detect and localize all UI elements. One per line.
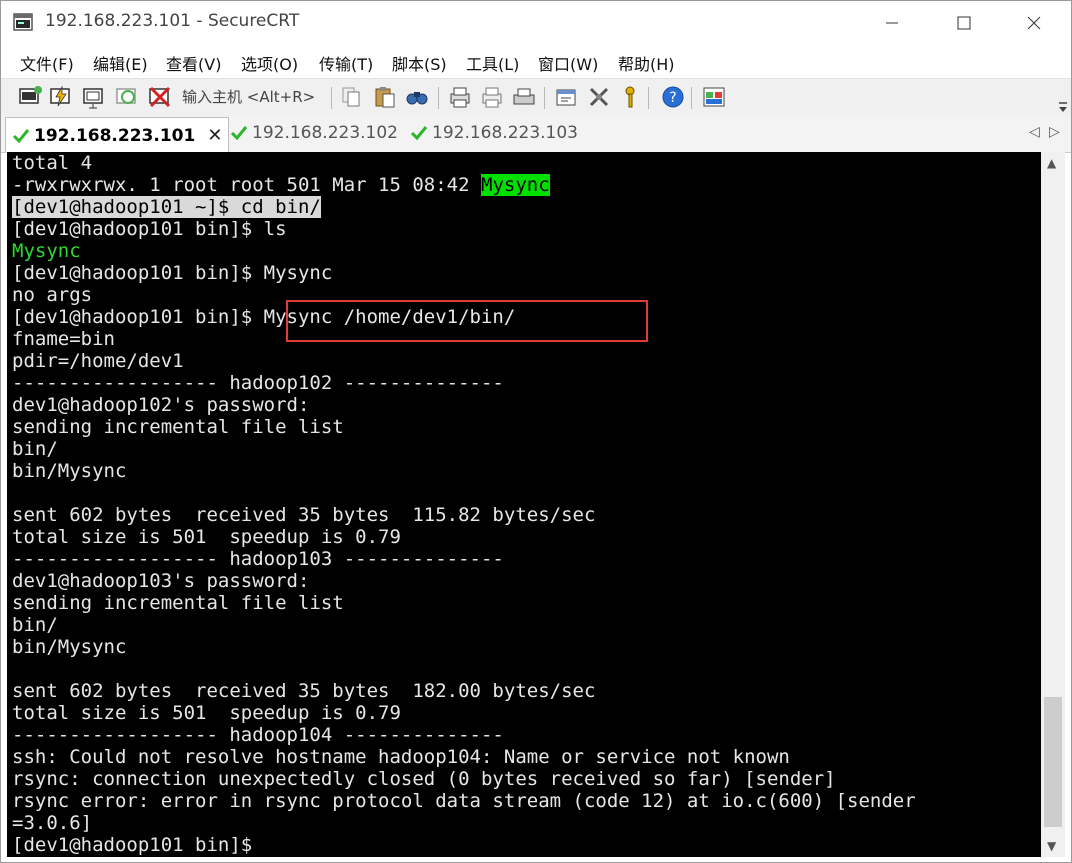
terminal-line: sent 602 bytes received 35 bytes 115.82 …	[12, 504, 596, 526]
keymap-icon[interactable]	[617, 84, 643, 110]
session-tab-bar: 192.168.223.101 ✕ 192.168.223.102 192.16…	[1, 116, 1071, 153]
close-button[interactable]	[1011, 1, 1057, 45]
connected-check-icon	[230, 126, 248, 141]
terminal-line: fname=bin	[12, 328, 115, 350]
terminal-line: ssh: Could not resolve hostname hadoop10…	[12, 746, 790, 768]
tab-scroll-right-icon[interactable]: ▷	[1049, 124, 1060, 140]
menu-tools[interactable]: 工具(L)	[466, 51, 519, 75]
terminal-line: bin/Mysync	[12, 636, 127, 658]
svg-text:?: ?	[669, 90, 676, 106]
terminal-line: -rwxrwxrwx. 1 root root 501 Mar 15 08:42…	[12, 174, 550, 196]
terminal-line: total size is 501 speedup is 0.79	[12, 702, 401, 724]
connect-in-tab-icon[interactable]	[81, 84, 107, 110]
toolbar-separator	[648, 87, 649, 109]
scroll-up-icon[interactable]: ▲	[1047, 156, 1056, 170]
close-icon	[1027, 16, 1041, 30]
menu-view[interactable]: 查看(V)	[166, 51, 221, 75]
global-options-icon[interactable]	[586, 84, 612, 110]
terminal-line: bin/	[12, 438, 58, 460]
connect-icon[interactable]	[17, 84, 43, 110]
tab-close-icon[interactable]: ✕	[207, 125, 222, 146]
host-connect-input[interactable]: 输入主机 <Alt+R>	[179, 84, 327, 110]
terminal-line: pdir=/home/dev1	[12, 350, 184, 372]
menu-edit[interactable]: 编辑(E)	[93, 51, 148, 75]
print-icon[interactable]	[447, 84, 473, 110]
securecrt-window: 192.168.223.101 - SecureCRT 文件(F) 编辑(E) …	[0, 0, 1072, 863]
terminal-line: [dev1@hadoop101 ~]$ cd bin/	[12, 196, 321, 218]
terminal-line: [dev1@hadoop101 bin]$ Mysync	[12, 262, 333, 284]
window-title: 192.168.223.101 - SecureCRT	[45, 11, 300, 31]
help-icon[interactable]: ?	[660, 84, 686, 110]
toolbar-separator	[544, 87, 545, 109]
menu-help[interactable]: 帮助(H)	[618, 51, 675, 75]
session-options-icon[interactable]	[553, 84, 579, 110]
terminal-line: dev1@hadoop103's password:	[12, 570, 310, 592]
terminal-line: sent 602 bytes received 35 bytes 182.00 …	[12, 680, 596, 702]
terminal-output[interactable]: total 4 -rwxrwxrwx. 1 root root 501 Mar …	[7, 152, 1041, 857]
minimize-button[interactable]	[869, 1, 915, 45]
terminal-line: sending incremental file list	[12, 592, 344, 614]
connected-check-icon	[12, 128, 30, 143]
disconnect-icon[interactable]	[147, 84, 173, 110]
terminal-line: Mysync	[12, 240, 81, 262]
terminal-line: no args	[12, 284, 93, 306]
terminal-line: rsync: connection unexpectedly closed (0…	[12, 768, 836, 790]
tab-label: 192.168.223.102	[252, 123, 399, 143]
scrollbar-thumb[interactable]	[1044, 697, 1062, 827]
terminal-line: ------------------ hadoop104 -----------…	[12, 724, 504, 746]
terminal-line: [dev1@hadoop101 bin]$ ls	[12, 218, 287, 240]
menu-bar: 文件(F) 编辑(E) 查看(V) 选项(O) 传输(T) 脚本(S) 工具(L…	[1, 45, 1071, 77]
tab-label: 192.168.223.101	[34, 125, 196, 146]
quick-connect-icon[interactable]	[48, 84, 74, 110]
terminal-line: bin/	[12, 614, 58, 636]
toolbar-separator	[438, 87, 439, 109]
terminal-scrollbar[interactable]: ▲ ▼	[1041, 152, 1065, 857]
toolbar-separator	[691, 87, 692, 109]
print-selection-icon[interactable]	[479, 84, 505, 110]
scroll-down-icon[interactable]: ▼	[1047, 839, 1056, 853]
sftp-icon[interactable]	[701, 84, 727, 110]
menu-file[interactable]: 文件(F)	[20, 51, 74, 75]
toolbar-overflow-icon[interactable]	[1055, 79, 1071, 117]
terminal-line: bin/Mysync	[12, 460, 127, 482]
toolbar-separator	[331, 87, 332, 109]
tab-session-103[interactable]: 192.168.223.103	[406, 116, 582, 150]
title-bar[interactable]: 192.168.223.101 - SecureCRT	[1, 1, 1071, 45]
terminal-line-text: -rwxrwxrwx. 1 root root 501 Mar 15 08:42	[12, 174, 481, 196]
maximize-button[interactable]	[941, 1, 987, 45]
minimize-icon	[886, 22, 898, 24]
tab-label: 192.168.223.103	[432, 123, 579, 143]
terminal-line: dev1@hadoop102's password:	[12, 394, 310, 416]
annotation-highlight-box	[286, 300, 648, 342]
executable-name: Mysync	[481, 174, 550, 196]
maximize-icon	[957, 16, 971, 30]
terminal-line: [dev1@hadoop101 bin]$	[12, 834, 264, 856]
tab-session-101[interactable]: 192.168.223.101 ✕	[5, 117, 230, 153]
connected-check-icon	[410, 126, 428, 141]
menu-window[interactable]: 窗口(W)	[538, 51, 598, 75]
find-icon[interactable]	[404, 84, 430, 110]
printer-icon[interactable]	[511, 84, 537, 110]
menu-options[interactable]: 选项(O)	[241, 51, 298, 75]
securecrt-app-icon	[13, 13, 33, 31]
menu-script[interactable]: 脚本(S)	[392, 51, 447, 75]
tab-scroll-left-icon[interactable]: ◁	[1029, 124, 1040, 140]
terminal-line: sending incremental file list	[12, 416, 344, 438]
reconnect-icon[interactable]	[114, 84, 140, 110]
copy-icon[interactable]	[339, 84, 365, 110]
terminal-line: ------------------ hadoop103 -----------…	[12, 548, 504, 570]
toolbar: 输入主机 <Alt+R> ?	[1, 78, 1071, 117]
tab-session-102[interactable]: 192.168.223.102	[226, 116, 402, 150]
terminal-line: rsync error: error in rsync protocol dat…	[12, 790, 916, 812]
selected-text: [dev1@hadoop101 ~]$ cd bin/	[12, 196, 321, 218]
terminal-line: ------------------ hadoop102 -----------…	[12, 372, 504, 394]
paste-icon[interactable]	[372, 84, 398, 110]
terminal-line: total 4	[12, 152, 93, 174]
terminal-line: total size is 501 speedup is 0.79	[12, 526, 401, 548]
menu-transfer[interactable]: 传输(T)	[319, 51, 373, 75]
terminal-line: =3.0.6]	[12, 812, 93, 834]
